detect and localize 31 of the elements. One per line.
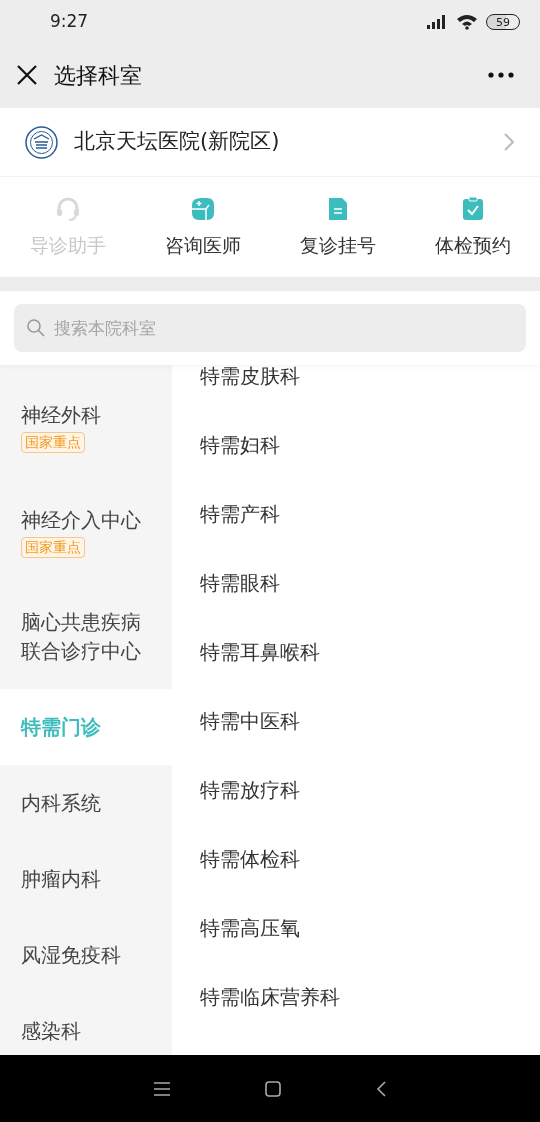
chevron-right-icon — [503, 132, 515, 152]
department-item[interactable]: 特需体检科 — [200, 843, 300, 874]
department-item[interactable]: 特需妇科 — [200, 429, 280, 460]
status-time: 9:27 — [50, 10, 89, 34]
hospital-logo-icon — [25, 125, 58, 159]
department-item[interactable]: 特需耳鼻喉科 — [200, 636, 320, 667]
page-title: 选择科室 — [54, 61, 142, 90]
department-item[interactable]: 特需放疗科 — [200, 774, 300, 805]
hospital-row[interactable]: 北京天坛医院(新院区) — [0, 108, 540, 177]
department-item[interactable]: 特需高压氧 — [200, 912, 300, 943]
search-icon — [26, 318, 46, 338]
home-icon[interactable] — [265, 1080, 281, 1097]
wifi-icon — [456, 14, 478, 30]
menu-icon[interactable] — [154, 1081, 170, 1096]
key-tag: 国家重点 — [21, 536, 85, 558]
back-icon[interactable] — [376, 1080, 386, 1097]
key-tag: 国家重点 — [21, 431, 85, 453]
department-item[interactable]: 特需皮肤科 — [200, 365, 300, 391]
more-icon[interactable] — [488, 72, 514, 78]
action-label[interactable]: 咨询医师 — [164, 230, 241, 260]
department-item[interactable]: 特需中医科 — [200, 705, 300, 736]
action-label[interactable]: 体检预约 — [434, 230, 511, 260]
department-item[interactable]: 特需产科 — [200, 498, 280, 529]
close-icon[interactable] — [16, 64, 38, 86]
hospital-name: 北京天坛医院(新院区) — [74, 128, 280, 156]
department-item[interactable]: 特需眼科 — [200, 567, 280, 598]
search-field[interactable]: 搜索本院科室 — [14, 304, 526, 352]
department-item[interactable]: 特需临床营养科 — [200, 981, 340, 1012]
signal-icon — [426, 14, 448, 30]
battery-icon: 59 — [486, 14, 520, 30]
action-label[interactable]: 复诊挂号 — [299, 230, 376, 260]
